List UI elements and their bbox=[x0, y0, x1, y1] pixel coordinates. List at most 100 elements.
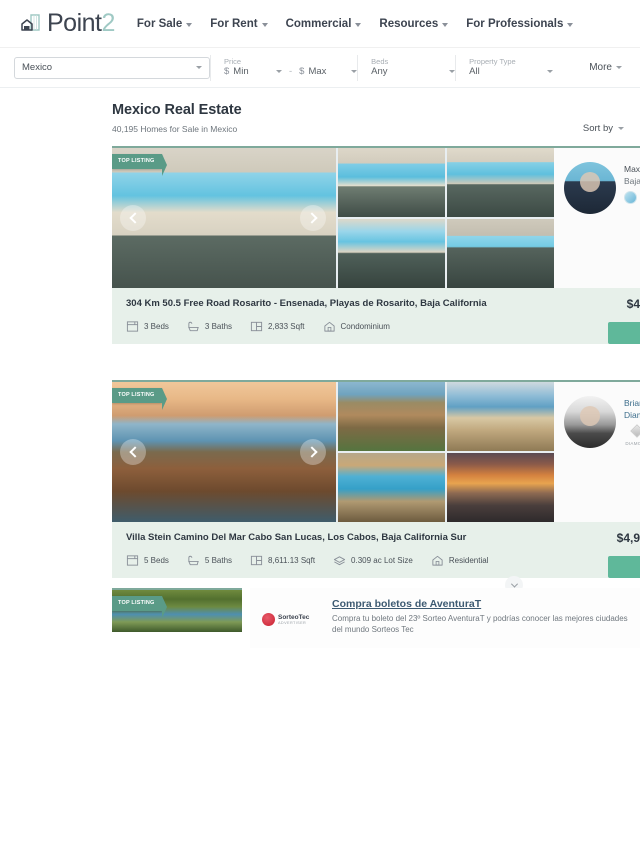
ad-brand-sub: ADVERTISER bbox=[278, 621, 307, 626]
fact-property-type: Condominium bbox=[323, 320, 390, 333]
chevron-down-icon bbox=[355, 22, 362, 27]
contact-agent-button[interactable] bbox=[608, 322, 640, 344]
listing-thumbnail[interactable] bbox=[338, 219, 445, 288]
advertisement-banner[interactable]: SorteoTec ADVERTISER Compra boletos de Av… bbox=[250, 588, 640, 648]
avatar bbox=[564, 162, 616, 214]
price-min-select[interactable]: $ Min bbox=[224, 66, 282, 77]
gallery-next-button[interactable] bbox=[300, 439, 326, 465]
listing-agent[interactable]: Max Kat Baja Rea bbox=[554, 148, 640, 288]
contact-agent-button[interactable] bbox=[608, 556, 640, 578]
more-filters-label: More bbox=[589, 62, 612, 73]
nav-label: For Sale bbox=[136, 17, 183, 30]
fact-property-type: Residential bbox=[431, 554, 489, 567]
property-type-filter-label: Property Type bbox=[469, 56, 516, 66]
diamond-badge-icon bbox=[630, 424, 640, 438]
more-filters-button[interactable]: More bbox=[589, 62, 626, 73]
nav-item-for-sale[interactable]: For Sale bbox=[136, 17, 193, 30]
chevron-right-icon bbox=[305, 446, 318, 458]
ad-brand-name: SorteoTec ADVERTISER bbox=[278, 614, 310, 626]
building-house-icon bbox=[18, 11, 44, 37]
listing-address[interactable]: 304 Km 50.5 Free Road Rosarito - Ensenad… bbox=[126, 298, 640, 309]
fact-lot-size: 0.309 ac Lot Size bbox=[333, 554, 413, 567]
listing-thumbnail[interactable] bbox=[338, 453, 445, 522]
fact-text: 2,833 Sqft bbox=[268, 322, 305, 331]
site-logo[interactable]: Point2 bbox=[18, 9, 115, 38]
fact-text: 3 Baths bbox=[204, 322, 233, 331]
home-icon bbox=[323, 321, 335, 332]
chevron-down-icon bbox=[616, 66, 622, 69]
listing-info: 304 Km 50.5 Free Road Rosarito - Ensenad… bbox=[112, 288, 640, 344]
listing-card[interactable]: TOP LISTING bbox=[112, 588, 242, 632]
agent-org: Diamar bbox=[624, 410, 640, 420]
main-navigation: For Sale For Rent Commercial Resources F… bbox=[136, 17, 574, 30]
filter-bar: Mexico Price $ Min - $ Max Beds Any Prop… bbox=[0, 48, 640, 88]
fact-text: Residential bbox=[448, 556, 489, 565]
top-listing-badge: TOP LISTING bbox=[112, 596, 167, 618]
sorteotec-logo-icon bbox=[262, 613, 275, 627]
listing-price: $4 bbox=[626, 297, 640, 311]
results-header: Mexico Real Estate 40,195 Homes for Sale… bbox=[0, 88, 640, 134]
listing-facts: 3 Beds 3 Baths 2,833 Sqft Condominium bbox=[126, 320, 640, 333]
listing-thumbnail[interactable] bbox=[447, 148, 554, 217]
sort-by-dropdown[interactable]: Sort by bbox=[583, 123, 624, 134]
fact-text: 3 Beds bbox=[144, 322, 169, 331]
chevron-down-icon bbox=[442, 22, 449, 27]
fact-text: 5 Beds bbox=[144, 556, 169, 565]
agent-org: Baja Rea bbox=[624, 176, 640, 186]
price-max-select[interactable]: $ Max bbox=[299, 66, 358, 78]
agent-badges bbox=[624, 191, 640, 204]
nav-item-commercial[interactable]: Commercial bbox=[286, 18, 362, 30]
main-content: Mexico Real Estate 40,195 Homes for Sale… bbox=[0, 88, 640, 632]
ad-title[interactable]: Compra boletos de AventuraT bbox=[332, 598, 632, 610]
listing-thumbnail[interactable] bbox=[338, 382, 445, 451]
top-listing-badge: TOP LISTING bbox=[112, 388, 167, 410]
nav-item-for-professionals[interactable]: For Professionals bbox=[466, 18, 574, 30]
listing-gallery: TOP LISTING bbox=[112, 590, 242, 632]
gallery-prev-button[interactable] bbox=[120, 205, 146, 231]
listing-thumbnail[interactable] bbox=[447, 382, 554, 451]
agent-name: Max Kat bbox=[624, 164, 640, 174]
site-header: Point2 For Sale For Rent Commercial Reso… bbox=[0, 0, 640, 48]
sort-by-label: Sort by bbox=[582, 123, 613, 134]
listing-main-photo[interactable]: TOP LISTING bbox=[112, 148, 336, 288]
property-type-select[interactable]: All bbox=[469, 66, 554, 77]
price-max-value: Max bbox=[308, 66, 327, 78]
bed-icon bbox=[126, 321, 139, 332]
area-icon bbox=[250, 555, 263, 566]
location-search-input[interactable]: Mexico bbox=[14, 56, 210, 79]
logo-text: Point2 bbox=[47, 9, 115, 37]
beds-select[interactable]: Any bbox=[371, 66, 456, 78]
nav-item-resources[interactable]: Resources bbox=[379, 18, 449, 30]
area-icon bbox=[250, 321, 263, 332]
listing-agent[interactable]: Brian V Diamar DIAMOND bbox=[554, 382, 640, 522]
listing-main-photo[interactable]: TOP LISTING bbox=[112, 590, 242, 632]
price-filter-group: Price $ Min - $ Max bbox=[210, 51, 358, 85]
listing-thumbnail[interactable] bbox=[338, 148, 445, 217]
nav-label: For Rent bbox=[210, 17, 258, 30]
gallery-prev-button[interactable] bbox=[120, 439, 146, 465]
fact-text: Condominium bbox=[340, 322, 390, 331]
beds-filter-group: Beds Any bbox=[357, 51, 456, 85]
listing-thumbnail[interactable] bbox=[447, 453, 554, 522]
currency-symbol: $ bbox=[299, 66, 305, 78]
listing-card[interactable]: TOP LISTING Max Kat Baja Rea bbox=[112, 146, 640, 344]
listing-card[interactable]: TOP LISTING Brian V Diamar bbox=[112, 380, 640, 578]
gallery-next-button[interactable] bbox=[300, 205, 326, 231]
listing-main-photo[interactable]: TOP LISTING bbox=[112, 382, 336, 522]
listing-thumbnail[interactable] bbox=[447, 219, 554, 288]
beds-value: Any bbox=[371, 66, 388, 78]
listing-thumbnails bbox=[338, 382, 554, 522]
fact-baths: 5 Baths bbox=[187, 554, 232, 567]
listing-gallery: TOP LISTING Max Kat Baja Rea bbox=[112, 148, 640, 288]
nav-item-for-rent[interactable]: For Rent bbox=[210, 17, 268, 30]
property-type-filter-group: Property Type All bbox=[455, 51, 554, 85]
page-root: Point2 For Sale For Rent Commercial Reso… bbox=[0, 0, 640, 853]
chevron-down-icon bbox=[196, 66, 202, 69]
verified-badge-icon bbox=[624, 191, 637, 204]
price-separator: - bbox=[289, 66, 293, 78]
listing-address[interactable]: Villa Stein Camino Del Mar Cabo San Luca… bbox=[126, 532, 640, 543]
price-min-value: Min bbox=[233, 66, 249, 78]
listing-info: Villa Stein Camino Del Mar Cabo San Luca… bbox=[112, 522, 640, 578]
ad-brand-logo: SorteoTec ADVERTISER bbox=[262, 598, 320, 635]
diamond-badge-label: DIAMOND bbox=[625, 441, 640, 446]
